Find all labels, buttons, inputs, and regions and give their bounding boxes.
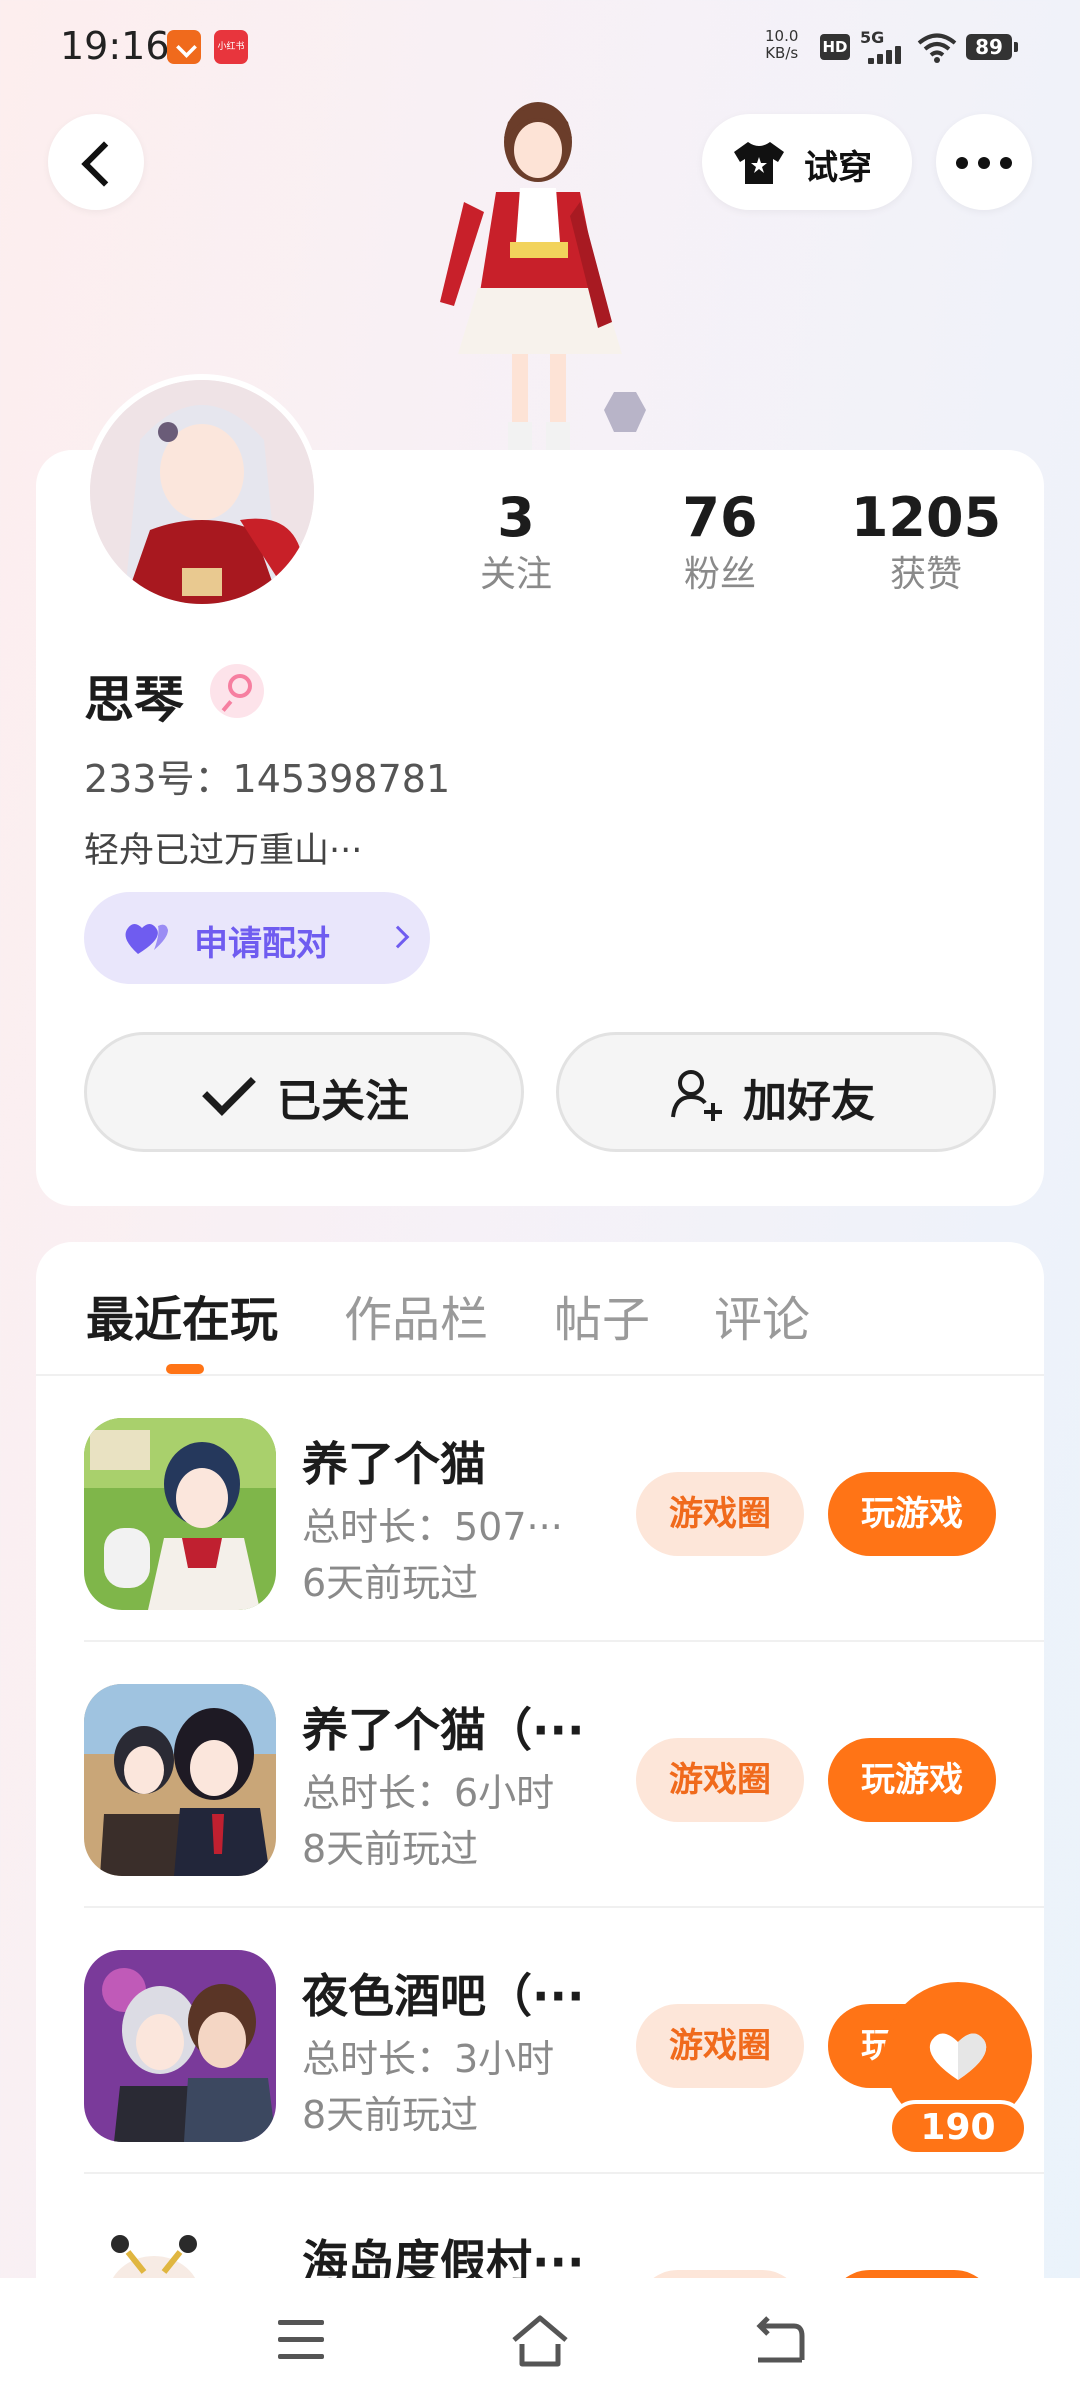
game-last-played: 6天前玩过 bbox=[302, 1561, 479, 1605]
add-friend-button[interactable]: 加好友 bbox=[556, 1032, 996, 1152]
game-icon bbox=[84, 1418, 276, 1610]
network-speed: 10.0 KB/s bbox=[765, 28, 798, 62]
add-friend-icon bbox=[671, 1070, 722, 1121]
avatar[interactable] bbox=[84, 374, 320, 610]
signal-icon bbox=[868, 46, 904, 64]
stat-following[interactable]: 3 关注 bbox=[426, 484, 606, 598]
game-icon bbox=[84, 1684, 276, 1876]
apply-pair-button[interactable]: 申请配对 bbox=[84, 892, 430, 984]
bio: 轻舟已过万重山··· bbox=[84, 831, 363, 871]
back-nav-icon[interactable] bbox=[754, 2314, 806, 2364]
network-type: 5G bbox=[860, 28, 885, 47]
more-button[interactable] bbox=[936, 114, 1032, 210]
stat-likes-label: 获赞 bbox=[889, 554, 962, 595]
game-row[interactable]: 养了个猫（··· 总时长：6小时 8天前玩过 游戏圈 玩游戏 bbox=[84, 1642, 1044, 1908]
play-game-button[interactable]: 玩游戏 bbox=[828, 1738, 996, 1822]
game-duration: 总时长：6小时 bbox=[302, 1771, 555, 1815]
stat-fans[interactable]: 76 粉丝 bbox=[630, 484, 810, 598]
tab-posts[interactable]: 帖子 bbox=[554, 1280, 650, 1350]
game-icon bbox=[84, 1950, 276, 2142]
game-duration: 总时长：507··· bbox=[302, 1505, 563, 1549]
double-heart-icon bbox=[125, 924, 168, 954]
tab-recent-playing[interactable]: 最近在玩 bbox=[86, 1280, 278, 1350]
back-button[interactable] bbox=[48, 114, 144, 210]
tryon-button[interactable]: 试穿 bbox=[702, 114, 912, 210]
apply-pair-label: 申请配对 bbox=[194, 924, 330, 964]
status-time: 19:16 bbox=[60, 24, 170, 68]
stat-following-label: 关注 bbox=[479, 554, 552, 595]
chevron-right-icon bbox=[386, 925, 410, 949]
download-icon bbox=[167, 30, 201, 64]
app-notification-icon: 小红书 bbox=[214, 30, 248, 64]
network-speed-unit: KB/s bbox=[765, 44, 799, 62]
game-name: 养了个猫（··· bbox=[302, 1703, 585, 1757]
tab-indicator bbox=[166, 1364, 204, 1374]
character-figure[interactable] bbox=[400, 92, 680, 454]
battery-icon: 89 bbox=[966, 34, 1018, 60]
followed-button[interactable]: 已关注 bbox=[84, 1032, 524, 1152]
avatar-image bbox=[90, 380, 314, 604]
status-bar: 19:16 小红书 10.0 KB/s HD 5G 89 bbox=[0, 0, 1080, 96]
game-name: 养了个猫 bbox=[302, 1437, 486, 1491]
game-last-played: 8天前玩过 bbox=[302, 2093, 479, 2137]
game-name: 夜色酒吧（··· bbox=[302, 1969, 585, 2023]
add-friend-label: 加好友 bbox=[743, 1076, 875, 1127]
check-icon bbox=[202, 1062, 256, 1116]
tshirt-icon bbox=[734, 142, 784, 184]
female-icon bbox=[210, 664, 264, 718]
profile-tabs: 最近在玩 作品栏 帖子 评论 bbox=[36, 1242, 1044, 1376]
stat-fans-value: 76 bbox=[682, 486, 758, 549]
tab-comments[interactable]: 评论 bbox=[714, 1280, 810, 1350]
game-circle-button[interactable]: 游戏圈 bbox=[636, 2004, 804, 2088]
user-id: 233号：145398781 bbox=[84, 757, 451, 801]
game-circle-button[interactable]: 游戏圈 bbox=[636, 1472, 804, 1556]
menu-icon[interactable] bbox=[278, 2320, 324, 2360]
home-icon[interactable] bbox=[510, 2314, 570, 2368]
stat-following-value: 3 bbox=[497, 486, 535, 549]
game-last-played: 8天前玩过 bbox=[302, 1827, 479, 1871]
followed-label: 已关注 bbox=[277, 1076, 409, 1127]
game-row[interactable]: 养了个猫 总时长：507··· 6天前玩过 游戏圈 玩游戏 bbox=[84, 1376, 1044, 1642]
username: 思琴 bbox=[84, 671, 184, 729]
stat-fans-label: 粉丝 bbox=[683, 554, 756, 595]
recent-games-card: 最近在玩 作品栏 帖子 评论 养了个猫 总时长：507··· 6天前玩过 游戏圈… bbox=[36, 1242, 1044, 2404]
stat-likes[interactable]: 1205 获赞 bbox=[836, 484, 1016, 598]
game-circle-button[interactable]: 游戏圈 bbox=[636, 1738, 804, 1822]
like-count: 190 bbox=[888, 2100, 1028, 2156]
tryon-label: 试穿 bbox=[804, 148, 872, 188]
tab-works[interactable]: 作品栏 bbox=[344, 1280, 488, 1350]
system-nav-bar bbox=[0, 2278, 1080, 2404]
game-duration: 总时长：3小时 bbox=[302, 2037, 555, 2081]
wifi-icon bbox=[917, 33, 957, 63]
heart-icon bbox=[929, 2033, 987, 2080]
stat-likes-value: 1205 bbox=[850, 486, 1002, 549]
network-speed-value: 10.0 bbox=[765, 27, 799, 45]
hd-icon: HD bbox=[820, 34, 850, 60]
play-game-button[interactable]: 玩游戏 bbox=[828, 1472, 996, 1556]
